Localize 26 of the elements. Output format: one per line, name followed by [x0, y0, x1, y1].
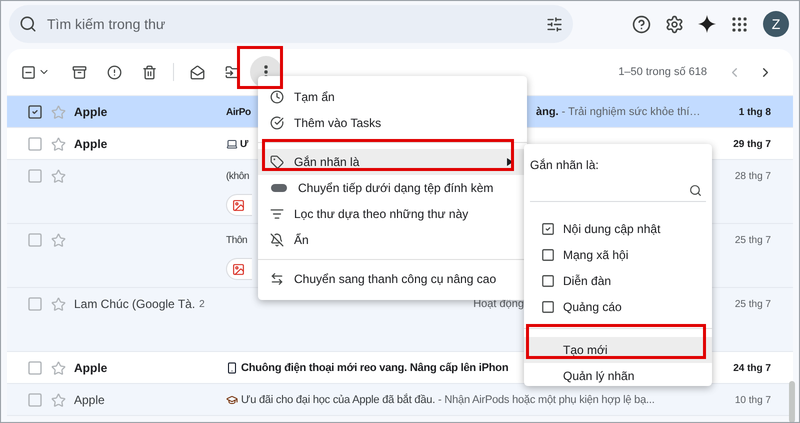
email-subject: Ưu đãi cho đại học của Apple đã bắt đầu.	[241, 392, 436, 408]
email-date: 25 thg 7	[734, 234, 771, 248]
email-date: 25 thg 7	[734, 298, 771, 312]
email-subject: (khôn	[226, 170, 250, 184]
email-date: 1 thg 8	[738, 106, 771, 120]
email-subject: àng.	[536, 104, 559, 120]
email-date: 10 thg 7	[734, 394, 771, 408]
sender-name: Apple	[74, 360, 108, 377]
email-subject: Thôn	[226, 234, 248, 248]
sender-name: Lam Chúc (Google Tà.	[74, 296, 196, 313]
sender-name: Apple	[74, 104, 108, 121]
email-snippet: - Trải nghiệm sức khỏe thí…	[562, 104, 700, 120]
email-subject: Ư	[240, 138, 248, 152]
email-subject: Chuông điện thoại mới reo vang. Nâng cấp lên iPhon	[241, 360, 508, 376]
email-subject: AirPo	[226, 106, 251, 120]
email-date: 28 thg 7	[734, 170, 771, 184]
sender-name: Apple	[74, 392, 105, 409]
email-date: 29 thg 7	[733, 138, 771, 152]
search-placeholder: Tìm kiếm trong thư	[47, 14, 166, 34]
menu-title: Gắn nhãn là:	[529, 157, 600, 174]
pagination-text: 1–50 trong số 618	[618, 64, 707, 80]
sender-name: Apple	[74, 136, 108, 153]
email-date: 24 thg 7	[733, 362, 771, 376]
email-snippet: Hoạt động	[473, 296, 524, 312]
email-snippet: - Nhận AirPods hoặc một phụ kiện hợp lệ bạ...	[438, 392, 655, 408]
thread-count: 2	[199, 298, 205, 312]
